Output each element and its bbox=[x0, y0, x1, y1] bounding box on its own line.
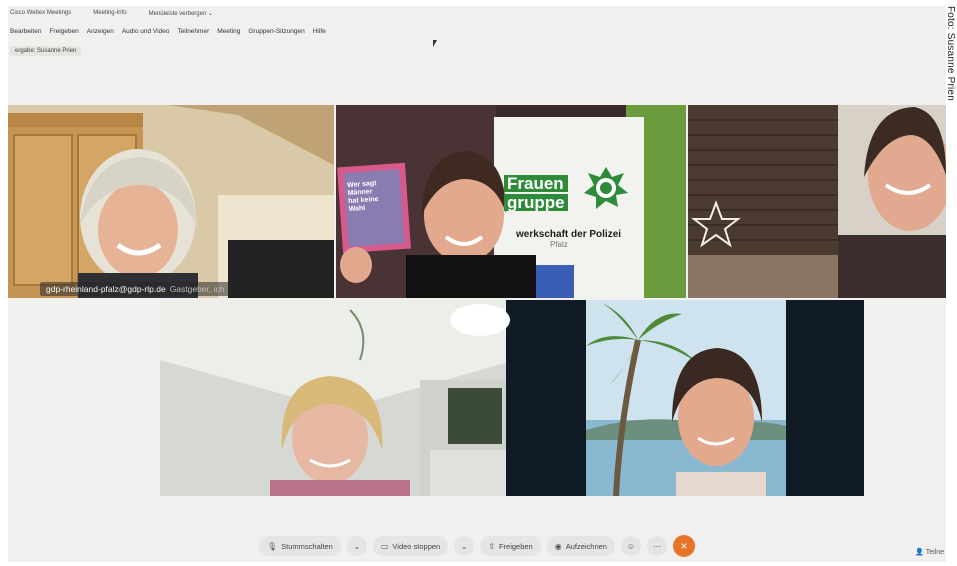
record-label: Aufzeichnen bbox=[565, 541, 607, 551]
video-feed-participant-4 bbox=[160, 300, 586, 496]
video-feed-participant-5 bbox=[586, 300, 864, 496]
chevron-down-icon: ⌄ bbox=[460, 541, 468, 551]
menu-item-breakout[interactable]: Gruppen-Sitzungen bbox=[248, 28, 304, 35]
video-feed-participant-3 bbox=[688, 105, 946, 298]
held-card-text: Wer sagt Männer hat keine Wahl bbox=[347, 180, 380, 214]
menu-item-meeting[interactable]: Meeting bbox=[217, 28, 240, 35]
more-icon: ⋯ bbox=[652, 541, 661, 551]
mouse-cursor-icon bbox=[433, 40, 437, 47]
record-icon: ◉ bbox=[554, 541, 562, 551]
host-role: Gastgeber, ich bbox=[169, 284, 225, 294]
smiley-icon: ☺ bbox=[626, 541, 636, 551]
chevron-down-icon: ⌄ bbox=[353, 541, 361, 551]
menu-item-view[interactable]: Anzeigen bbox=[87, 28, 114, 35]
gdp-banner-title: Frauen gruppe bbox=[504, 175, 568, 211]
share-icon: ⇪ bbox=[488, 541, 495, 551]
mute-label: Stummschalten bbox=[281, 541, 333, 551]
meeting-controls: 🎙 Stummschalten ⌄ ▭ Video stoppen ⌄ ⇪ Fr… bbox=[8, 530, 946, 562]
reactions-button[interactable]: ☺ bbox=[620, 536, 641, 556]
video-options-dropdown[interactable]: ⌄ bbox=[454, 536, 475, 556]
participants-label: Teilne bbox=[925, 548, 944, 556]
title-bar: Cisco Webex Meetings Meeting-Info Menüle… bbox=[8, 6, 946, 20]
gdp-banner-sub1: werkschaft der Polizei bbox=[516, 229, 622, 240]
gdp-banner-sub2: Pfalz bbox=[550, 240, 568, 249]
menu-item-audio-video[interactable]: Audio und Video bbox=[122, 28, 170, 35]
host-name: gdp-rheinland-pfalz@gdp-rlp.de bbox=[46, 284, 166, 294]
video-tile-participant-2[interactable]: Frauen gruppe werkschaft der Polizei Pfa… bbox=[336, 105, 686, 298]
person-icon: 👤 bbox=[914, 549, 924, 556]
menu-bar: Bearbeiten Freigeben Anzeigen Audio und … bbox=[8, 24, 326, 38]
share-label: Freigeben bbox=[498, 541, 533, 551]
gdp-banner-line2: gruppe bbox=[504, 194, 568, 211]
mute-button[interactable]: 🎙 Stummschalten bbox=[259, 536, 341, 556]
close-icon: × bbox=[680, 539, 688, 553]
video-feed-host bbox=[8, 105, 334, 298]
participants-button[interactable]: 👤 Teilne bbox=[914, 548, 944, 557]
menu-item-edit[interactable]: Bearbeiten bbox=[10, 28, 41, 35]
host-name-label: gdp-rheinland-pfalz@gdp-rlp.de Gastgeber… bbox=[40, 282, 231, 296]
video-tile-participant-3[interactable] bbox=[688, 105, 946, 298]
stop-video-button[interactable]: ▭ Video stoppen bbox=[372, 536, 449, 556]
video-tile-host[interactable]: gdp-rheinland-pfalz@gdp-rlp.de Gastgeber… bbox=[8, 105, 334, 298]
menu-item-help[interactable]: Hilfe bbox=[313, 28, 326, 35]
more-options-button[interactable]: ⋯ bbox=[646, 536, 667, 556]
hide-menubar-toggle[interactable]: Menüleiste verbergen ⌄ bbox=[149, 10, 213, 17]
video-tile-participant-5[interactable] bbox=[586, 300, 864, 496]
video-tile-participant-4[interactable] bbox=[160, 300, 586, 496]
menu-item-participants[interactable]: Teilnehmer bbox=[177, 28, 209, 35]
photo-credit: Foto: Susanne Prien bbox=[945, 6, 956, 101]
end-meeting-button[interactable]: × bbox=[672, 535, 695, 557]
microphone-icon: 🎙 bbox=[267, 541, 278, 551]
presenter-label: ergabe: Susanne Prien bbox=[10, 46, 82, 56]
menu-item-share[interactable]: Freigeben bbox=[49, 28, 78, 35]
app-title: Cisco Webex Meetings bbox=[10, 10, 72, 16]
camera-icon: ▭ bbox=[380, 541, 389, 551]
video-label: Video stoppen bbox=[392, 541, 441, 551]
gdp-banner-subtitle: werkschaft der Polizei Pfalz bbox=[516, 229, 621, 249]
webex-window: Cisco Webex Meetings Meeting-Info Menüle… bbox=[8, 6, 946, 562]
share-button[interactable]: ⇪ Freigeben bbox=[480, 536, 541, 556]
audio-options-dropdown[interactable]: ⌄ bbox=[346, 536, 367, 556]
record-button[interactable]: ◉ Aufzeichnen bbox=[546, 536, 615, 556]
gdp-banner-line1: Frauen bbox=[504, 175, 568, 192]
meeting-info-link[interactable]: Meeting-Info bbox=[93, 10, 126, 16]
